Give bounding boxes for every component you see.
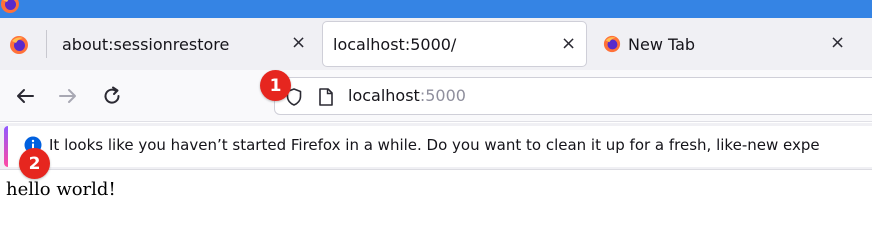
firefox-view-icon[interactable] xyxy=(9,35,29,55)
notification-card: It looks like you haven’t started Firefo… xyxy=(4,126,872,167)
notification-accent xyxy=(4,126,8,167)
page-body-text: hello world! xyxy=(6,179,116,200)
page-icon[interactable] xyxy=(317,87,335,107)
url-bar[interactable]: localhost:5000 xyxy=(274,77,872,115)
back-arrow-icon[interactable] xyxy=(13,84,37,108)
tab-close-icon[interactable]: × xyxy=(561,33,576,54)
notification-message: It looks like you haven’t started Firefo… xyxy=(49,136,820,154)
url-host: localhost xyxy=(348,86,420,105)
tab-strip: about:sessionrestore × localhost:5000/ ×… xyxy=(0,18,872,70)
tab-label: about:sessionrestore xyxy=(62,34,230,54)
annotation-marker-2: 2 xyxy=(19,148,50,179)
annotation-marker-1: 1 xyxy=(260,70,291,101)
tab-close-icon[interactable]: × xyxy=(830,32,845,53)
forward-arrow-icon[interactable] xyxy=(56,84,80,108)
notification-bar: It looks like you haven’t started Firefo… xyxy=(0,123,872,170)
tab-new-tab[interactable]: New Tab × xyxy=(592,18,872,70)
tab-close-icon[interactable]: × xyxy=(291,32,306,53)
navigation-toolbar: localhost:5000 xyxy=(0,70,872,122)
tab-label: localhost:5000/ xyxy=(333,34,457,54)
url-port: :5000 xyxy=(419,86,466,105)
reload-icon[interactable] xyxy=(100,84,124,108)
browser-window: about:sessionrestore × localhost:5000/ ×… xyxy=(0,0,872,251)
window-title-bar xyxy=(0,0,872,18)
tab-localhost[interactable]: localhost:5000/ × xyxy=(322,21,587,67)
tab-sessionrestore[interactable]: about:sessionrestore × xyxy=(47,18,319,70)
firefox-icon xyxy=(603,35,621,53)
firefox-icon xyxy=(1,0,19,13)
tab-label: New Tab xyxy=(628,34,696,54)
url-text[interactable]: localhost:5000 xyxy=(348,86,466,105)
